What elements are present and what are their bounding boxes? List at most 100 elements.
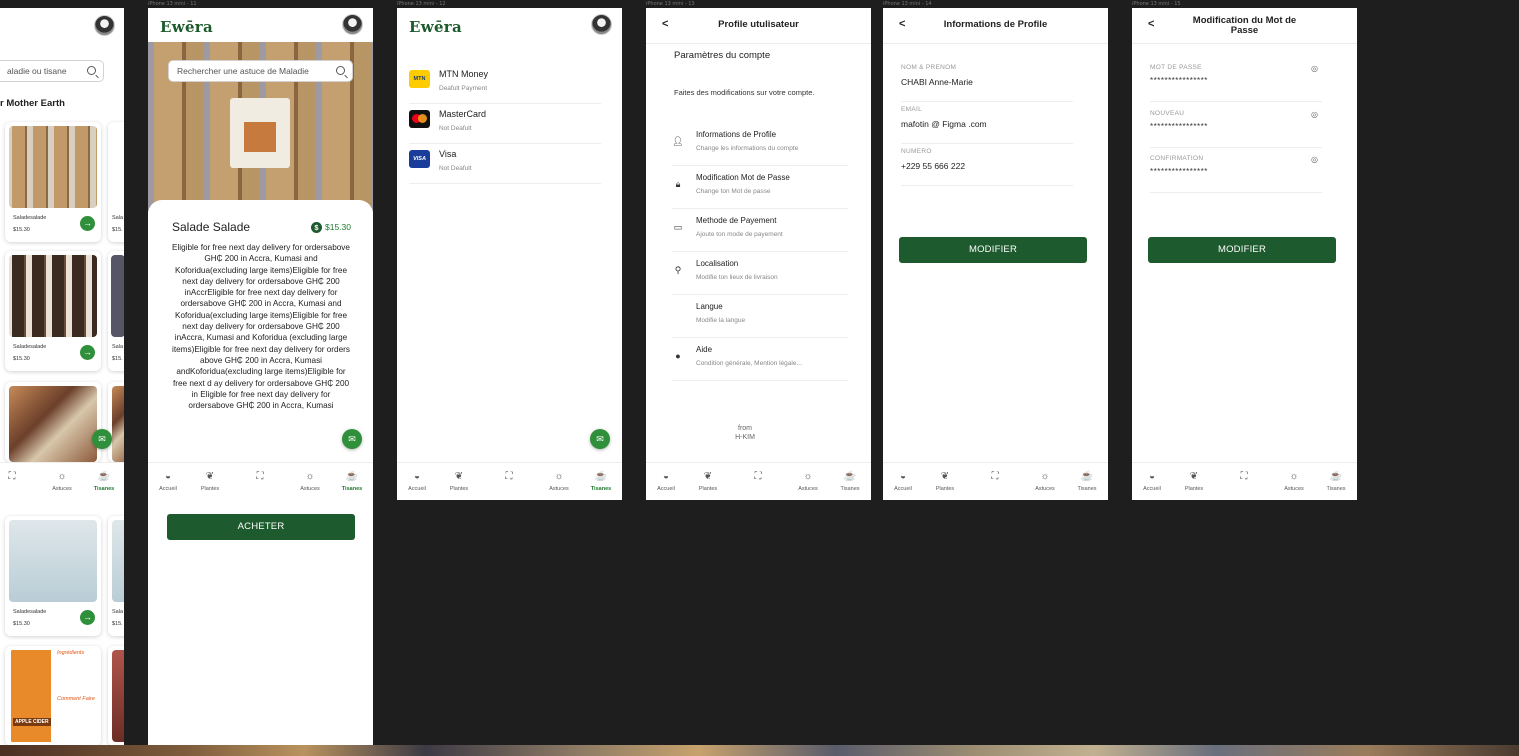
- password-mask[interactable]: ****************: [1150, 122, 1208, 131]
- eye-off-icon[interactable]: ◎: [1311, 110, 1318, 119]
- cup-icon: ☕: [1080, 471, 1094, 482]
- settings-item-profile-info[interactable]: 👤︎ Informations de Profile Change les in…: [672, 126, 848, 166]
- chat-icon[interactable]: ✉: [590, 429, 610, 449]
- product-card[interactable]: [5, 382, 101, 462]
- password-mask[interactable]: ****************: [1150, 76, 1208, 85]
- tab-scan[interactable]: ⛶: [975, 463, 1015, 500]
- settings-item-payment[interactable]: ▭ Methode de Payement Ajoute ton mode de…: [672, 212, 848, 252]
- product-card[interactable]: Sala $15.: [108, 251, 124, 371]
- payment-method-row[interactable]: MTN MTN Money Deafult Payment: [409, 64, 601, 104]
- chat-icon[interactable]: ✉: [342, 429, 362, 449]
- back-button[interactable]: <: [899, 18, 905, 30]
- search-input[interactable]: Rechercher une astuce de Maladie: [168, 60, 353, 82]
- settings-item-subtitle: Modifie ton lieux de livraison: [696, 274, 778, 281]
- tab-scan[interactable]: ⛶: [1224, 463, 1264, 500]
- tab-tips[interactable]: ☼ Astuces: [788, 463, 828, 500]
- arrow-right-icon[interactable]: →: [80, 610, 95, 625]
- modify-button[interactable]: MODIFIER: [899, 237, 1087, 263]
- tab-home[interactable]: ◒ Accueil: [883, 463, 923, 500]
- product-card[interactable]: [108, 646, 124, 745]
- field-value[interactable]: mafotin @ Figma .com: [901, 119, 987, 129]
- tab-plants[interactable]: ❦ Plantes: [190, 463, 230, 503]
- eye-off-icon[interactable]: ◎: [1311, 155, 1318, 164]
- home-icon: ◒: [164, 471, 172, 482]
- tab-teas[interactable]: ☕ Tisanes: [581, 463, 621, 500]
- product-name: Saladesalade: [13, 344, 47, 350]
- settings-item-help[interactable]: ● Aide Condition générale, Mention légal…: [672, 341, 848, 381]
- home-icon: ◒: [1148, 471, 1156, 482]
- arrow-right-icon[interactable]: →: [80, 216, 95, 231]
- tab-home[interactable]: ◒ Accueil: [148, 463, 188, 503]
- new-password-field[interactable]: NOUVEAU **************** ◎: [1150, 110, 1322, 148]
- eye-off-icon[interactable]: ◎: [1311, 64, 1318, 73]
- name-field[interactable]: NOM & PRENOM CHABI Anne-Marie: [901, 64, 1073, 102]
- avatar[interactable]: [342, 14, 363, 35]
- confirm-password-field[interactable]: CONFIRMATION **************** ◎: [1150, 155, 1322, 193]
- tab-scan[interactable]: ⛶: [0, 463, 32, 503]
- product-card[interactable]: Saladesalade $15.30 →: [5, 251, 101, 371]
- email-field[interactable]: EMAIL mafotin @ Figma .com: [901, 106, 1073, 144]
- settings-item-location[interactable]: ⚲ Localisation Modifie ton lieux de livr…: [672, 255, 848, 295]
- product-card[interactable]: Saladesalade $15.30 →: [5, 122, 101, 242]
- chat-icon[interactable]: ✉: [92, 429, 112, 449]
- credit-brand: H-KIM: [735, 434, 755, 441]
- tab-scan[interactable]: ⛶: [738, 463, 778, 500]
- back-button[interactable]: <: [1148, 18, 1154, 30]
- tab-tips[interactable]: ☼ Astuces: [1274, 463, 1314, 500]
- tab-teas[interactable]: ☕ Tisanes: [830, 463, 870, 500]
- payment-method-row[interactable]: VISA Visa Not Deafult: [409, 144, 601, 184]
- tab-home[interactable]: ◒ Accueil: [1132, 463, 1172, 500]
- password-mask[interactable]: ****************: [1150, 167, 1208, 176]
- price-value: $15.30: [325, 222, 351, 232]
- section-title: r Mother Earth: [0, 98, 65, 109]
- bottom-tab-bar: ◒ Accueil ❦ Plantes ⛶ ☼ Astuces ☕ Tisanes: [148, 462, 373, 502]
- product-card[interactable]: Sala $15.: [108, 122, 124, 242]
- tab-tips[interactable]: ☼ Astuces: [42, 463, 82, 503]
- avatar[interactable]: [591, 14, 612, 35]
- tab-home[interactable]: ◒ Accueil: [397, 463, 437, 500]
- frame-label: iPhone 13 mini - 13: [646, 1, 695, 7]
- settings-item-language[interactable]: Langue Modifie la langue: [672, 298, 848, 338]
- product-card[interactable]: APPLE CIDER Ingrédients Comment Faire: [5, 646, 101, 745]
- tab-teas[interactable]: ☕ Tisanes: [332, 463, 372, 503]
- tab-tips[interactable]: ☼ Astuces: [290, 463, 330, 503]
- product-image: [9, 386, 97, 462]
- tab-teas[interactable]: ☕ Tisanes: [84, 463, 124, 503]
- tab-tips[interactable]: ☼ Astuces: [1025, 463, 1065, 500]
- settings-item-password[interactable]: 🔒︎ Modification Mot de Passe Change ton …: [672, 169, 848, 209]
- tab-home[interactable]: ◒ Accueil: [646, 463, 686, 500]
- tab-scan[interactable]: ⛶: [240, 463, 280, 503]
- field-value[interactable]: CHABI Anne-Marie: [901, 77, 973, 87]
- current-password-field[interactable]: MOT DE PASSE **************** ◎: [1150, 64, 1322, 102]
- arrow-right-icon[interactable]: →: [80, 345, 95, 360]
- tab-tips[interactable]: ☼ Astuces: [539, 463, 579, 500]
- product-image: [112, 520, 124, 602]
- product-name: Sala: [112, 344, 124, 350]
- buy-button[interactable]: ACHETER: [167, 514, 355, 540]
- tab-label: Astuces: [549, 486, 569, 492]
- phone-field[interactable]: NUMERO +229 55 666 222: [901, 148, 1073, 186]
- back-button[interactable]: <: [662, 18, 668, 30]
- search-icon[interactable]: [87, 66, 96, 75]
- tab-plants[interactable]: ❦ Plantes: [1174, 463, 1214, 500]
- avatar[interactable]: [94, 15, 115, 36]
- tab-teas[interactable]: ☕ Tisanes: [1316, 463, 1356, 500]
- payment-method-row[interactable]: MasterCard Not Deafult: [409, 104, 601, 144]
- tab-plants[interactable]: ❦ Plantes: [439, 463, 479, 500]
- search-icon[interactable]: [336, 66, 345, 75]
- scan-icon: ⛶: [991, 471, 999, 482]
- tab-plants[interactable]: ❦ Plantes: [925, 463, 965, 500]
- tab-scan[interactable]: ⛶: [489, 463, 529, 500]
- field-value[interactable]: +229 55 666 222: [901, 161, 965, 171]
- settings-item-subtitle: Modifie la langue: [696, 317, 746, 324]
- product-card[interactable]: [108, 382, 124, 462]
- tab-plants[interactable]: ❦ Plantes: [688, 463, 728, 500]
- product-card[interactable]: Sala $15.: [108, 516, 124, 636]
- settings-item-title: Methode de Payement: [696, 216, 777, 225]
- modify-button[interactable]: MODIFIER: [1148, 237, 1336, 263]
- payment-name: MTN Money: [439, 69, 489, 79]
- search-input[interactable]: aladie ou tisane: [0, 60, 104, 82]
- plant-icon: ❦: [454, 471, 464, 482]
- product-card[interactable]: Saladesalade $15.30 →: [5, 516, 101, 636]
- tab-teas[interactable]: ☕ Tisanes: [1067, 463, 1107, 500]
